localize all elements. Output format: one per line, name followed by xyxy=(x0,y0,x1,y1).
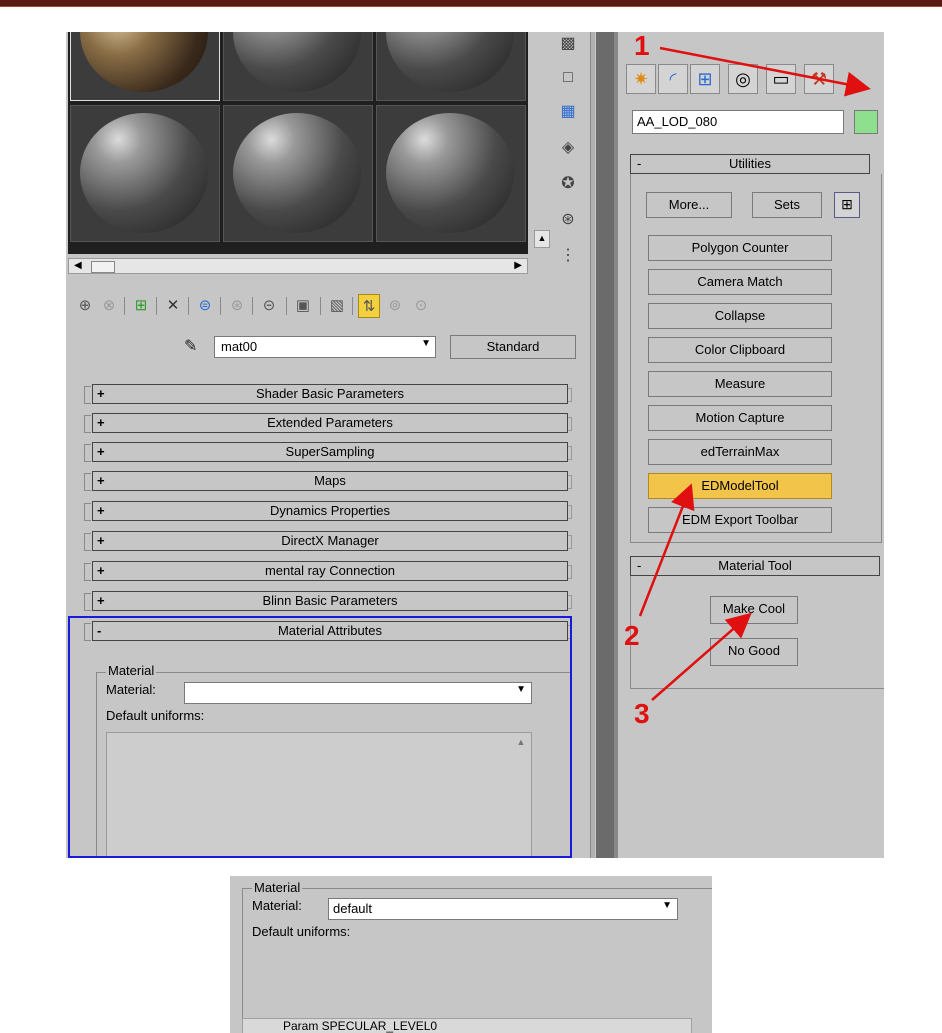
arrow-2 xyxy=(638,483,695,617)
material-attributes-snippet: Material Material: default ▼ Default uni… xyxy=(230,876,712,1033)
snippet-uniform-row[interactable]: Param SPECULAR_LEVEL0 xyxy=(242,1018,692,1033)
arrow-3 xyxy=(651,612,752,701)
snippet-material-value: default xyxy=(333,901,373,916)
annotation-number-3: 3 xyxy=(634,698,650,729)
snippet-group-label: Material xyxy=(252,880,303,895)
snippet-uniforms-label: Default uniforms: xyxy=(252,924,351,939)
snippet-material-label: Material: xyxy=(252,898,302,913)
annotation-number-2: 2 xyxy=(624,620,640,651)
annotation-number-1: 1 xyxy=(634,30,650,61)
chevron-down-icon[interactable]: ▼ xyxy=(662,900,672,911)
snippet-material-dropdown[interactable]: default ▼ xyxy=(328,898,678,920)
arrow-1 xyxy=(659,46,871,97)
